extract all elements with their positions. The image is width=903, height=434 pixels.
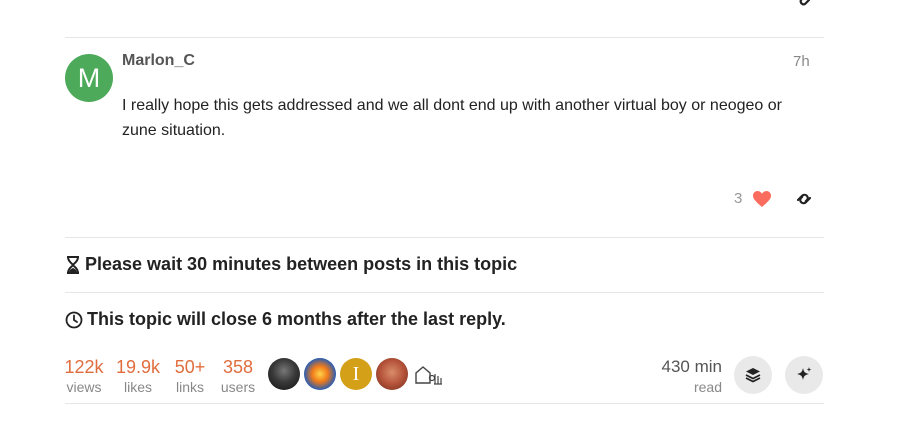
link-icon[interactable]	[794, 190, 814, 208]
read-time-value: 430 min	[661, 357, 722, 376]
post-timestamp[interactable]: 7h	[793, 53, 810, 70]
participants-more-icon[interactable]	[413, 364, 443, 386]
auto-close-text: This topic will close 6 months after the…	[87, 309, 506, 329]
slow-mode-text: Please wait 30 minutes between posts in …	[85, 254, 518, 274]
participant-avatar[interactable]	[268, 358, 300, 390]
layers-icon	[745, 368, 761, 383]
hourglass-icon	[67, 255, 79, 274]
views-count: 122k	[64, 357, 104, 377]
post-username[interactable]: Marlon_C	[122, 52, 195, 70]
divider	[65, 403, 824, 404]
avatar[interactable]: M	[65, 54, 113, 102]
likes-count: 19.9k	[116, 357, 161, 377]
participant-avatar[interactable]	[376, 358, 408, 390]
users-label: users	[220, 379, 256, 395]
sparkle-icon	[797, 367, 812, 380]
divider	[65, 237, 824, 238]
participant-avatar[interactable]	[304, 358, 336, 390]
divider	[65, 37, 824, 38]
stat-views: 122k views	[64, 357, 104, 397]
users-count: 358	[222, 357, 254, 377]
like-count[interactable]: 3	[734, 190, 742, 207]
read-time-label: read	[693, 379, 722, 395]
participant-avatar[interactable]: I	[340, 358, 372, 390]
clock-icon	[65, 311, 83, 328]
links-label: links	[175, 379, 204, 395]
ai-summary-button[interactable]	[785, 356, 823, 394]
stat-users: 358 users	[219, 357, 257, 397]
divider	[65, 292, 824, 293]
read-time: 430 min read	[655, 357, 722, 397]
likes-label: likes	[123, 379, 152, 395]
stat-links[interactable]: 50+ links	[172, 357, 208, 397]
link-icon[interactable]	[794, 0, 812, 6]
summarize-button[interactable]	[734, 356, 772, 394]
slow-mode-notice: Please wait 30 minutes between posts in …	[65, 254, 517, 275]
post-body: I really hope this gets addressed and we…	[122, 97, 782, 139]
stat-likes: 19.9k likes	[116, 357, 160, 397]
auto-close-notice: This topic will close 6 months after the…	[65, 309, 506, 330]
links-count: 50+	[174, 357, 206, 377]
views-label: views	[66, 379, 102, 395]
heart-icon[interactable]	[752, 190, 772, 208]
